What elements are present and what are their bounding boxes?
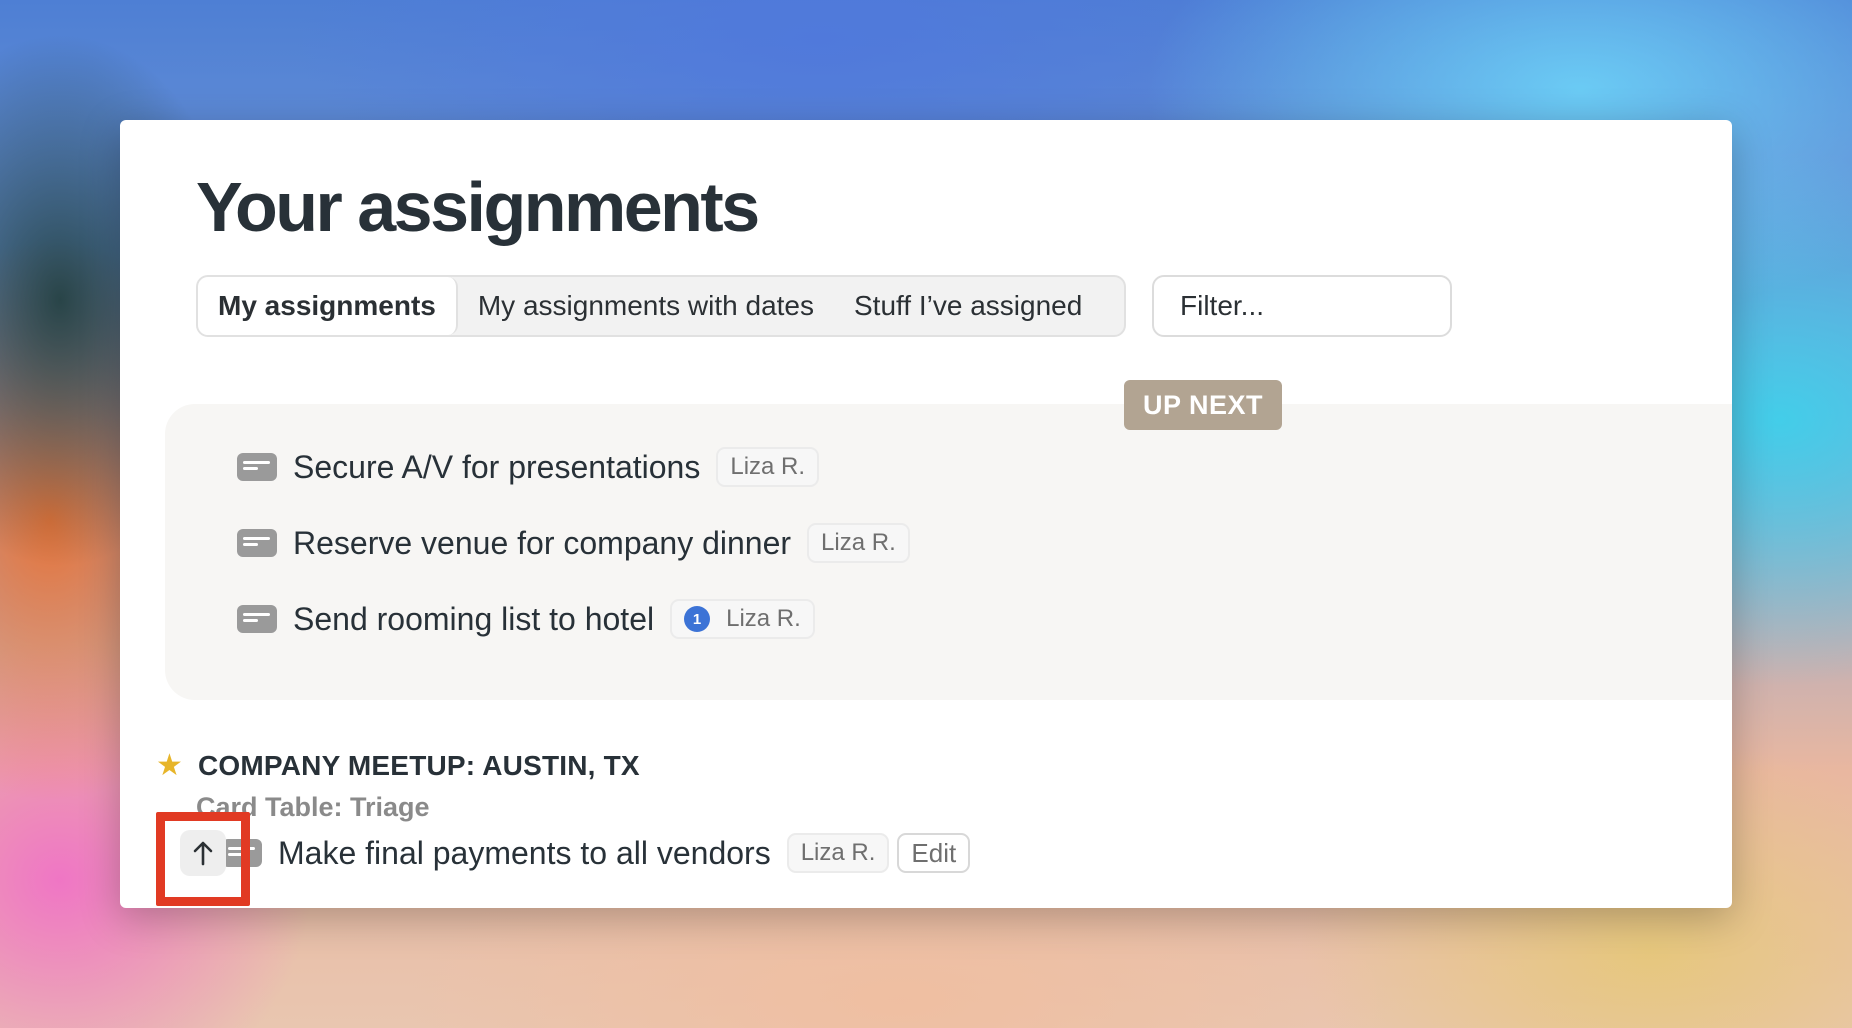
list-item[interactable]: Make final payments to all vendors Liza … (180, 828, 971, 878)
tab-my-assignments-with-dates[interactable]: My assignments with dates (458, 277, 834, 335)
todo-title[interactable]: Secure A/V for presentations (293, 449, 700, 486)
move-up-button[interactable] (180, 830, 226, 876)
assignee-name: Liza R. (730, 453, 806, 480)
project-name[interactable]: COMPANY MEETUP: AUSTIN, TX (198, 750, 640, 782)
card-icon (237, 605, 277, 633)
filter-input[interactable] (1152, 275, 1452, 337)
list-item[interactable]: Secure A/V for presentations Liza R. (237, 444, 910, 490)
project-header: ★ COMPANY MEETUP: AUSTIN, TX (156, 750, 640, 782)
assignee-name: Liza R. (800, 839, 876, 866)
card-icon (237, 453, 277, 481)
assignee-name: Liza R. (821, 529, 896, 556)
up-next-badge: UP NEXT (1124, 380, 1282, 430)
todo-title[interactable]: Reserve venue for company dinner (293, 525, 791, 562)
star-icon: ★ (156, 749, 183, 782)
assignee-chip[interactable]: Liza R. (716, 447, 820, 487)
assignment-tabs: My assignments My assignments with dates… (196, 275, 1126, 337)
page-title: Your assignments (196, 168, 760, 246)
comment-count-badge: 1 (684, 606, 711, 632)
card-icon (237, 529, 277, 557)
assignee-chip[interactable]: 1 Liza R. (670, 599, 815, 639)
todo-title[interactable]: Send rooming list to hotel (293, 601, 654, 638)
tab-stuff-ive-assigned[interactable]: Stuff I’ve assigned (834, 277, 1102, 335)
todo-title[interactable]: Make final payments to all vendors (278, 835, 771, 872)
arrow-up-icon (193, 841, 213, 866)
assignments-window: Your assignments My assignments My assig… (120, 120, 1732, 908)
edit-button[interactable]: Edit (897, 833, 971, 873)
assignee-chip[interactable]: Liza R. (807, 523, 910, 563)
list-item[interactable]: Reserve venue for company dinner Liza R. (237, 520, 910, 566)
assignee-name: Liza R. (726, 605, 801, 632)
tab-my-assignments[interactable]: My assignments (198, 277, 458, 335)
up-next-list: Secure A/V for presentations Liza R. Res… (237, 444, 910, 672)
list-item[interactable]: Send rooming list to hotel 1 Liza R. (237, 596, 910, 642)
card-icon (222, 839, 262, 867)
assignee-chip[interactable]: Liza R. (786, 833, 890, 873)
project-subtitle[interactable]: Card Table: Triage (196, 792, 430, 823)
